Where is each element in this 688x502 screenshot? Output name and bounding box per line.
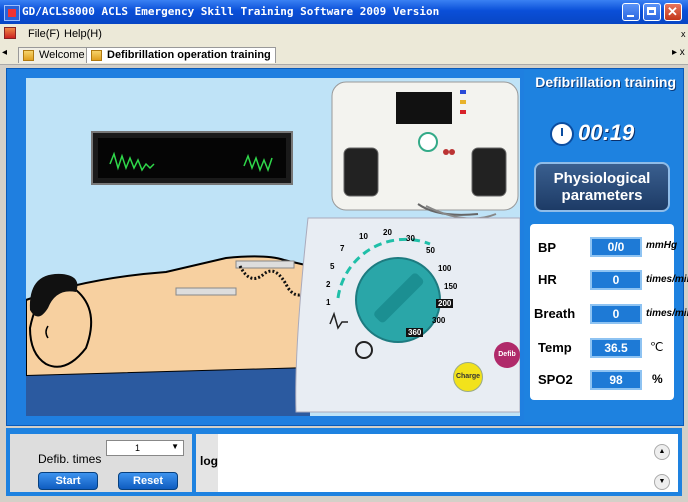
title-bar: GD/ACLS8000 ACLS Emergency Skill Trainin… [0, 0, 688, 24]
energy-label: 150 [444, 282, 458, 291]
tab-defibrillation-label: Defibrillation operation training [107, 49, 271, 61]
vital-label: BP [538, 240, 557, 255]
vital-unit: ℃ [650, 340, 664, 354]
timer-display: 00:19 [546, 120, 658, 148]
start-button[interactable]: Start [38, 472, 98, 490]
energy-label: 7 [340, 244, 345, 253]
close-icon: ✕ [667, 4, 678, 19]
defib-button[interactable]: Defib [494, 342, 520, 368]
menu-bar: File(F) Help(H) x [0, 24, 688, 44]
defib-times-select[interactable]: 1 ▼ [106, 440, 184, 456]
energy-label: 20 [383, 228, 392, 237]
scroll-up-icon[interactable]: ▲ [654, 444, 670, 460]
energy-label: 360 [406, 328, 424, 337]
vital-value: 36.5 [590, 338, 642, 358]
app-icon [4, 5, 20, 21]
simulation-stage: 10 20 30 50 100 150 200 300 360 7 5 2 1 … [26, 78, 520, 416]
tab-scroll-left-icon[interactable]: ◂ [2, 47, 7, 58]
vital-label: Breath [534, 306, 576, 321]
log-label: log [200, 454, 218, 468]
vital-unit: % [652, 372, 663, 386]
tab-icon [91, 50, 102, 61]
menu-close-icon[interactable]: x [681, 29, 686, 39]
vital-value: 0 [590, 270, 642, 290]
charge-button[interactable]: Charge [453, 362, 483, 392]
minimize-button[interactable] [622, 3, 640, 21]
tab-welcome-label: Welcome [39, 49, 85, 61]
vital-value: 0/0 [590, 237, 642, 257]
bed [26, 368, 310, 416]
vital-value: 0 [590, 304, 642, 324]
defib-times-label: Defib. times [38, 452, 102, 466]
reset-button[interactable]: Reset [118, 472, 178, 490]
energy-label: 5 [330, 262, 335, 271]
right-panel: Defibrillation training 00:19 Physiologi… [524, 70, 688, 422]
energy-label: 10 [359, 232, 368, 241]
vital-label: Temp [538, 340, 572, 355]
tab-icon [23, 50, 34, 61]
vital-label: SPO2 [538, 372, 573, 387]
energy-label: 2 [326, 280, 331, 289]
tab-defibrillation[interactable]: Defibrillation operation training [86, 47, 276, 63]
scene-illustration [26, 81, 520, 416]
tab-bar: ◂ Welcome Defibrillation operation train… [0, 44, 688, 65]
vitals-panel: BP 0/0 mmHg HR 0 times/min Breath 0 time… [530, 224, 688, 400]
close-button[interactable]: ✕ [664, 3, 682, 21]
tab-welcome[interactable]: Welcome [18, 47, 90, 63]
defib-times-value: 1 [135, 443, 141, 453]
log-area: log ▲ ▼ [196, 434, 678, 492]
energy-label: 300 [432, 316, 446, 325]
chevron-down-icon: ▼ [171, 442, 179, 451]
menu-help[interactable]: Help(H) [64, 28, 102, 40]
menu-file[interactable]: File(F) [28, 28, 60, 40]
bottom-bar: Defib. times 1 ▼ Start Reset log ▲ ▼ [6, 428, 682, 496]
phys-button-line2: parameters [561, 187, 643, 204]
control-panel: Defib. times 1 ▼ Start Reset [10, 434, 192, 492]
window-title: GD/ACLS8000 ACLS Emergency Skill Trainin… [22, 5, 440, 18]
tab-scroll-right-icon[interactable]: ▸ x [672, 47, 685, 58]
vital-unit: times/min [646, 274, 688, 285]
energy-label: 100 [438, 264, 452, 273]
vital-unit: times/min [646, 308, 688, 319]
document-icon [4, 27, 16, 39]
energy-label: 200 [436, 299, 454, 308]
physiological-parameters-button[interactable]: Physiological parameters [534, 162, 670, 212]
maximize-button[interactable] [643, 3, 661, 21]
energy-label: 1 [326, 298, 331, 307]
vital-unit: mmHg [646, 240, 678, 251]
stopwatch-icon [550, 122, 574, 146]
phys-button-line1: Physiological [553, 170, 651, 187]
timer-value: 00:19 [578, 120, 635, 145]
energy-label: 50 [426, 246, 435, 255]
vital-value: 98 [590, 370, 642, 390]
panel-title: Defibrillation training [535, 74, 676, 90]
vital-label: HR [538, 272, 557, 287]
scroll-down-icon[interactable]: ▼ [654, 474, 670, 490]
energy-label: 30 [406, 234, 415, 243]
